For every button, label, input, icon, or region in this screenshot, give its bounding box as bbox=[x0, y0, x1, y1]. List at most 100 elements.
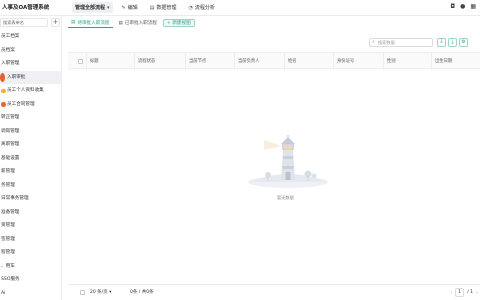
page-navigator: ‹ 1 / 1 › bbox=[450, 288, 478, 297]
table-header: 标题 流程状态 当前节点 当前负责人 姓名 身份证号 性别 出生日期 bbox=[68, 52, 480, 70]
edit-icon: ✎ bbox=[121, 4, 126, 11]
sidebar-item[interactable]: 日常事务管理 bbox=[0, 192, 62, 206]
toolbar-buttons: ⏚ ⤓ ⚙ bbox=[437, 38, 468, 47]
sidebar-add-button[interactable]: + bbox=[51, 18, 60, 27]
sidebar-item-label: 、用车 bbox=[1, 263, 15, 269]
sidebar-item-label: 员档案 bbox=[1, 47, 15, 53]
sidebar-item[interactable]: 资管理 bbox=[0, 219, 62, 233]
menu-label: 数据管理 bbox=[156, 5, 177, 11]
menu-label: 编辑 bbox=[127, 5, 138, 11]
sidebar-item-label: 日常事务管理 bbox=[1, 196, 29, 201]
sidebar-item-label: 基础设置 bbox=[1, 155, 20, 161]
sidebar-item[interactable]: 基础设置 bbox=[0, 152, 62, 166]
sidebar-item-label: 调岗管理 bbox=[1, 128, 20, 134]
column-header[interactable]: 流程状态 bbox=[134, 53, 155, 70]
sidebar-item[interactable]: 准备管理 bbox=[0, 206, 62, 220]
list-icon: ▤ bbox=[118, 20, 123, 26]
sidebar-item[interactable]: 员工个人资料收集 bbox=[0, 84, 62, 98]
tab-approved[interactable]: ▤ 已审批入职流程 bbox=[116, 18, 161, 28]
sidebar-item[interactable]: 程管理 bbox=[0, 246, 62, 260]
chevron-down-icon: ▾ bbox=[107, 4, 110, 11]
top-bar: 人事及OA管理系统 管理全部流程 ▾ ✎ 编辑 ▤ 数据管理 ◔ 流程分析 ◘ … bbox=[0, 0, 480, 16]
search-icon: ⌕ bbox=[372, 39, 375, 45]
database-icon: ▤ bbox=[149, 4, 155, 11]
avatar-icon[interactable]: ● bbox=[460, 3, 465, 10]
select-page-checkbox[interactable] bbox=[80, 290, 85, 295]
menu-label: 管理全部流程 bbox=[75, 5, 106, 11]
empty-state-text: 暂无数据 bbox=[277, 195, 294, 200]
column-header[interactable]: 当前负责人 bbox=[234, 53, 259, 70]
sidebar-item[interactable]: 、用车 bbox=[0, 260, 62, 274]
sidebar-item[interactable]: 务管理 bbox=[0, 179, 62, 193]
sidebar-search-input[interactable]: 搜索表单名 bbox=[0, 18, 48, 27]
sidebar-item[interactable]: 入职审批 bbox=[0, 70, 62, 84]
sidebar-item-label: 程管理 bbox=[1, 250, 15, 255]
create-view-button[interactable]: + 新建视图 bbox=[163, 19, 195, 27]
prev-page-button[interactable]: ‹ bbox=[450, 290, 452, 296]
sidebar-item[interactable]: Ai bbox=[0, 287, 62, 300]
form-dot-icon bbox=[1, 102, 6, 107]
sidebar-item-label: 员工档案 bbox=[1, 34, 20, 39]
column-header[interactable]: 身份证号 bbox=[333, 53, 354, 70]
sidebar-item-label: 薪管理 bbox=[1, 169, 15, 174]
bell-icon[interactable]: ◘ bbox=[450, 3, 455, 10]
view-tabs: ▤ 待审批入职流程 ▤ 已审批入职流程 + 新建视图 bbox=[68, 16, 195, 30]
app-root: 人事及OA管理系统 管理全部流程 ▾ ✎ 编辑 ▤ 数据管理 ◔ 流程分析 ◘ … bbox=[0, 0, 480, 300]
column-header[interactable]: 当前节点 bbox=[185, 53, 206, 70]
tab-label: 已审批入职流程 bbox=[124, 21, 158, 26]
sidebar-list: 员工档案员档案入职管理入职审批员工个人资料收集 员工合同管理转正管理调岗管理离职管… bbox=[0, 30, 62, 300]
sidebar-item-label: 资管理 bbox=[1, 223, 15, 228]
sidebar-item-label: Ai bbox=[1, 290, 6, 296]
sidebar-item[interactable]: 离职管理 bbox=[0, 138, 62, 152]
menu-process-analysis[interactable]: ◔ 流程分析 bbox=[186, 2, 218, 13]
select-all-checkbox[interactable] bbox=[78, 59, 83, 64]
pagination-bar: 20 条/页 ▾ 0条 / 共0条 ‹ 1 / 1 › bbox=[68, 284, 480, 300]
sidebar-item-label: SSO服务 bbox=[1, 277, 20, 282]
list-icon: ▤ bbox=[71, 20, 76, 25]
top-right-actions: ◘ ● ▦ bbox=[450, 3, 476, 10]
page-size-select[interactable]: 20 条/页 ▾ bbox=[90, 288, 111, 297]
export-icon[interactable]: ⤓ bbox=[448, 38, 457, 47]
tab-pending-approval[interactable]: ▤ 待审批入职流程 bbox=[68, 18, 113, 28]
menu-data-management[interactable]: ▤ 数据管理 bbox=[147, 2, 180, 13]
top-menu: 管理全部流程 ▾ ✎ 编辑 ▤ 数据管理 ◔ 流程分析 bbox=[72, 2, 218, 13]
sidebar-item[interactable]: 员档案 bbox=[0, 44, 62, 58]
sidebar-item[interactable]: 调岗管理 bbox=[0, 125, 62, 139]
sidebar-item-label: 转正管理 bbox=[1, 115, 20, 120]
sidebar-item-label: 准备管理 bbox=[1, 209, 20, 215]
next-page-button[interactable]: › bbox=[476, 290, 478, 296]
chevron-down-icon: ▾ bbox=[109, 290, 112, 295]
column-header[interactable]: 姓名 bbox=[284, 53, 297, 70]
sidebar-item[interactable]: 员工合同管理 bbox=[0, 98, 62, 112]
menu-label: 流程分析 bbox=[194, 5, 215, 11]
sidebar-item-label: 员工合同管理 bbox=[7, 101, 35, 107]
filter-icon[interactable]: ⏚ bbox=[437, 38, 446, 47]
sidebar-item-label: 务管理 bbox=[1, 182, 15, 188]
page-size-label: 20 条/页 bbox=[90, 290, 108, 295]
current-page-input[interactable]: 1 bbox=[455, 288, 465, 297]
tab-label: 待审批入职流程 bbox=[77, 20, 110, 26]
column-header[interactable]: 标题 bbox=[86, 53, 99, 70]
column-header[interactable]: 出生日期 bbox=[431, 53, 452, 70]
sidebar-item-label: 离职管理 bbox=[1, 142, 20, 147]
tab-label: + 新建视图 bbox=[167, 21, 191, 26]
sidebar-item[interactable]: 签管理 bbox=[0, 233, 62, 247]
sidebar-item[interactable]: 入职管理 bbox=[0, 57, 62, 71]
record-count: 0条 / 共0条 bbox=[130, 290, 154, 295]
app-title: 人事及OA管理系统 bbox=[2, 5, 50, 11]
menu-edit[interactable]: ✎ 编辑 bbox=[119, 2, 141, 13]
sidebar-item-label: 员工个人资料收集 bbox=[7, 88, 44, 93]
sidebar-item-label: 签管理 bbox=[1, 236, 15, 242]
sidebar-item-label: 入职管理 bbox=[1, 61, 20, 66]
settings-icon[interactable]: ⚙ bbox=[459, 38, 468, 47]
data-search-input[interactable]: ⌕ 搜索数据 bbox=[369, 38, 433, 47]
sidebar-item[interactable]: SSO服务 bbox=[0, 273, 62, 287]
total-pages: / 1 bbox=[467, 290, 473, 295]
column-header[interactable]: 性别 bbox=[383, 53, 396, 70]
menu-manage-all-processes[interactable]: 管理全部流程 ▾ bbox=[72, 2, 113, 13]
sidebar-item[interactable]: 薪管理 bbox=[0, 165, 62, 179]
sidebar-item[interactable]: 员工档案 bbox=[0, 30, 62, 44]
sidebar-item[interactable]: 转正管理 bbox=[0, 111, 62, 125]
sidebar-item-label: 入职审批 bbox=[7, 74, 26, 80]
grid-icon[interactable]: ▦ bbox=[470, 3, 476, 10]
